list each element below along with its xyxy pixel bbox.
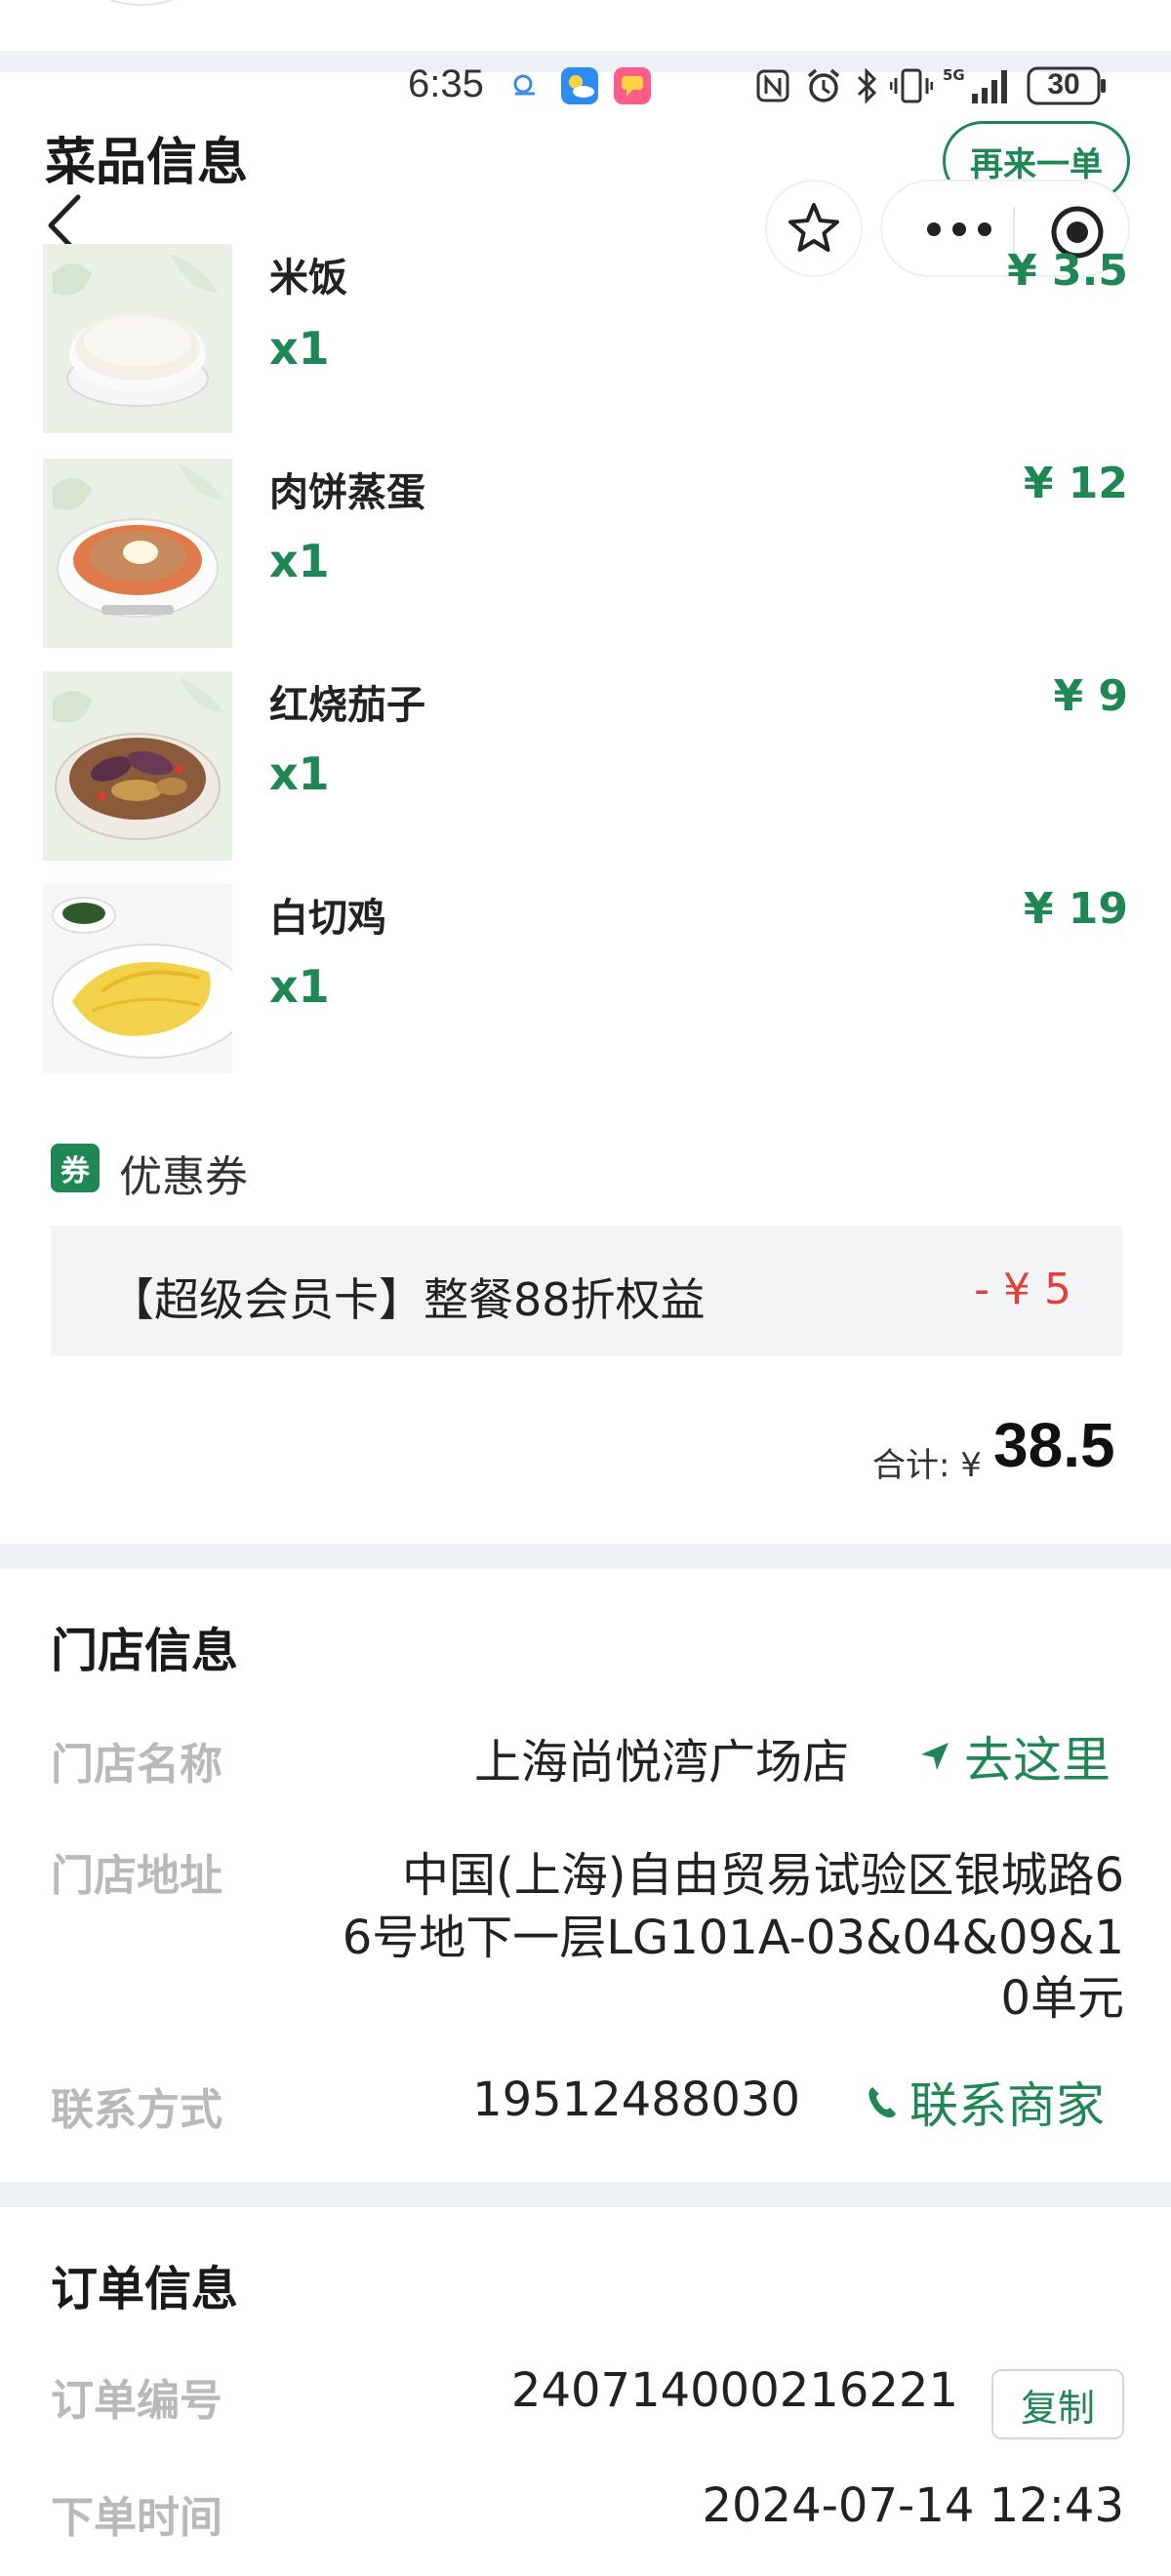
chat-app-icon: [614, 67, 651, 104]
signal-5g-icon: 5G: [943, 66, 1007, 103]
section-divider: [0, 1544, 1171, 1569]
total-label: 合计: ¥: [872, 1446, 982, 1485]
previous-card-edge: [0, 0, 1171, 51]
order-time-value: 2024-07-14 12:43: [702, 2478, 1124, 2533]
dish-qty: x1: [269, 960, 330, 1013]
dish-name: 红烧茄子: [269, 683, 425, 728]
contact-phone: 19512488030: [472, 2073, 800, 2127]
nfc-icon: [756, 69, 789, 102]
dish-image-rice: [43, 244, 232, 433]
dish-name: 白切鸡: [269, 896, 386, 941]
weather-app-icon: [561, 67, 598, 104]
svg-text:5G: 5G: [943, 66, 965, 84]
dish-qty: x1: [269, 747, 330, 800]
dish-price: ¥ 19: [1023, 884, 1128, 934]
dish-price: ¥ 3.5: [1007, 246, 1128, 296]
order-number-label: 订单编号: [51, 2376, 222, 2426]
dish-price: ¥ 9: [1053, 671, 1128, 721]
store-address-line-3: 0单元: [1000, 1971, 1124, 2026]
dish-image-steamed-egg: [43, 459, 232, 648]
dish-name: 肉饼蒸蛋: [269, 470, 425, 515]
contact-merchant-label: 联系商家: [909, 2077, 1105, 2134]
bluetooth-icon: [857, 67, 877, 104]
coupon-amount: - ¥ 5: [974, 1265, 1071, 1314]
status-time: 6:35: [408, 62, 484, 105]
dish-image-eggplant: [43, 671, 232, 861]
battery-level: 30: [1047, 68, 1080, 101]
contact-merchant-link[interactable]: 联系商家: [867, 2067, 1105, 2137]
store-address-line-1: 中国(上海)自由贸易试验区银城路6: [402, 1848, 1124, 1903]
vibrate-icon: [890, 68, 933, 103]
weather-notification-icon: [513, 74, 535, 96]
order-section-title: 订单信息: [51, 2262, 239, 2316]
navigation-arrow-icon: [921, 1743, 949, 1770]
copy-order-number-button[interactable]: 复制: [991, 2369, 1124, 2439]
coupon-row: 【超级会员卡】整餐88折权益 - ¥ 5: [51, 1226, 1122, 1356]
dish-qty: x1: [269, 535, 330, 587]
store-name-label: 门店名称: [51, 1740, 222, 1790]
coupon-name: 【超级会员卡】整餐88折权益: [109, 1273, 706, 1326]
dish-name: 米饭: [269, 256, 347, 301]
store-address-label: 门店地址: [51, 1851, 222, 1901]
store-section-title: 门店信息: [51, 1624, 239, 1678]
section-divider: [0, 2182, 1171, 2207]
order-number-value: 240714000216221: [510, 2363, 958, 2418]
favorite-button[interactable]: [765, 180, 863, 277]
more-dots-icon[interactable]: [925, 217, 993, 242]
dish-price: ¥ 12: [1023, 459, 1128, 508]
total-value: 38.5: [993, 1410, 1115, 1480]
navigate-link[interactable]: 去这里: [917, 1721, 1110, 1791]
navigate-label: 去这里: [964, 1732, 1110, 1789]
store-address-line-2: 6号地下一层LG101A-03&04&09&1: [342, 1911, 1124, 1965]
order-time-label: 下单时间: [51, 2493, 222, 2543]
dish-qty: x1: [269, 322, 330, 375]
phone-icon: [868, 2087, 896, 2118]
store-name-value: 上海尚悦湾广场店: [473, 1735, 849, 1790]
coupon-badge-icon: 券: [51, 1144, 100, 1192]
contact-label: 联系方式: [51, 2085, 222, 2135]
coupon-label: 优惠券: [119, 1152, 248, 1202]
dishes-section-title: 菜品信息: [45, 134, 249, 192]
dish-image-chicken: [43, 884, 232, 1073]
star-icon: [788, 203, 839, 252]
alarm-icon: [807, 68, 840, 102]
